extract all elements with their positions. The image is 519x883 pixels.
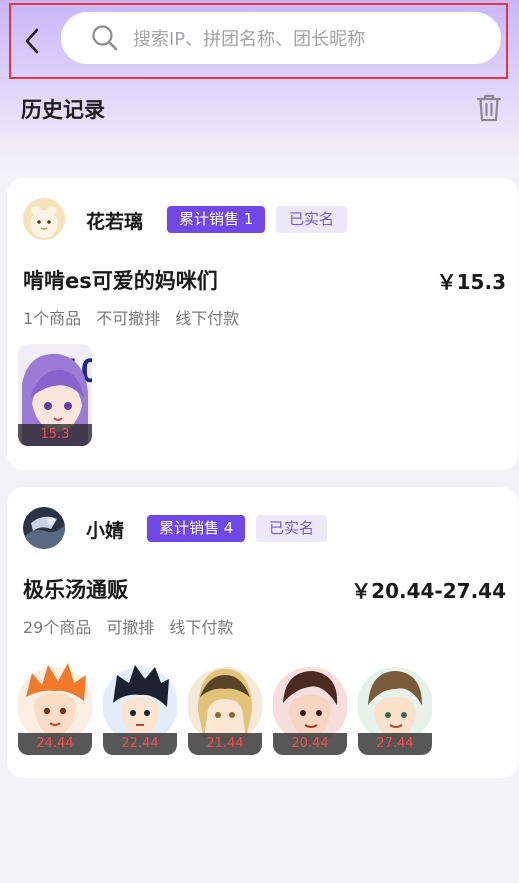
sales-badge: 累计销售 1 [167, 206, 266, 233]
product-thumbnail[interactable]: 27.44 [358, 653, 432, 755]
sales-badge: 累计销售 4 [147, 515, 246, 542]
product-thumbnail[interactable]: 24.44 [18, 653, 92, 755]
back-button[interactable] [13, 11, 51, 71]
product-thumbnail[interactable]: 22.44 [103, 653, 177, 755]
group-card[interactable]: 小婧 累计销售 4 已实名 极乐汤通贩 ￥20.44-27.44 29个商品 可… [7, 487, 518, 778]
cancel-policy: 可撤排 [106, 618, 155, 637]
product-price-label: 22.44 [103, 733, 177, 755]
product-thumbnail[interactable]: 21.44 [188, 653, 262, 755]
clear-history-button[interactable] [476, 93, 502, 123]
trash-icon [476, 94, 502, 122]
product-price-label: 15.3 [18, 424, 92, 446]
payment-method: 线下付款 [175, 309, 240, 328]
avatar [23, 507, 65, 549]
history-title: 历史记录 [21, 98, 105, 122]
product-price-label: 27.44 [358, 733, 432, 755]
product-thumbnail[interactable]: 10 15.3 [18, 344, 92, 446]
search-header: 搜索IP、拼团名称、团长昵称 [9, 3, 508, 79]
product-price-label: 24.44 [18, 733, 92, 755]
chevron-left-icon [25, 28, 39, 54]
seller-name: 花若璃 [86, 211, 144, 233]
group-title: 啃啃es可爱的妈咪们 [23, 269, 218, 293]
group-meta: 1个商品 不可撤排 线下付款 [23, 305, 239, 329]
item-count: 1个商品 [23, 309, 82, 328]
product-price-label: 21.44 [188, 733, 262, 755]
price-range: ￥15.3 [436, 270, 506, 294]
seller-name: 小婧 [86, 520, 125, 542]
group-title: 极乐汤通贩 [23, 578, 128, 602]
verified-badge: 已实名 [276, 206, 348, 233]
group-card[interactable]: 花若璃 累计销售 1 已实名 啃啃es可爱的妈咪们 ￥15.3 1个商品 不可撤… [7, 178, 518, 470]
search-input[interactable]: 搜索IP、拼团名称、团长昵称 [61, 12, 501, 64]
payment-method: 线下付款 [169, 618, 234, 637]
item-count: 29个商品 [23, 618, 92, 637]
avatar [23, 198, 65, 240]
product-price-label: 20.44 [273, 733, 347, 755]
search-icon [92, 25, 118, 51]
price-range: ￥20.44-27.44 [351, 579, 506, 603]
cancel-policy: 不可撤排 [96, 309, 161, 328]
group-meta: 29个商品 可撤排 线下付款 [23, 614, 233, 638]
product-thumbnail[interactable]: 20.44 [273, 653, 347, 755]
verified-badge: 已实名 [256, 515, 328, 542]
search-placeholder: 搜索IP、拼团名称、团长昵称 [133, 29, 366, 50]
